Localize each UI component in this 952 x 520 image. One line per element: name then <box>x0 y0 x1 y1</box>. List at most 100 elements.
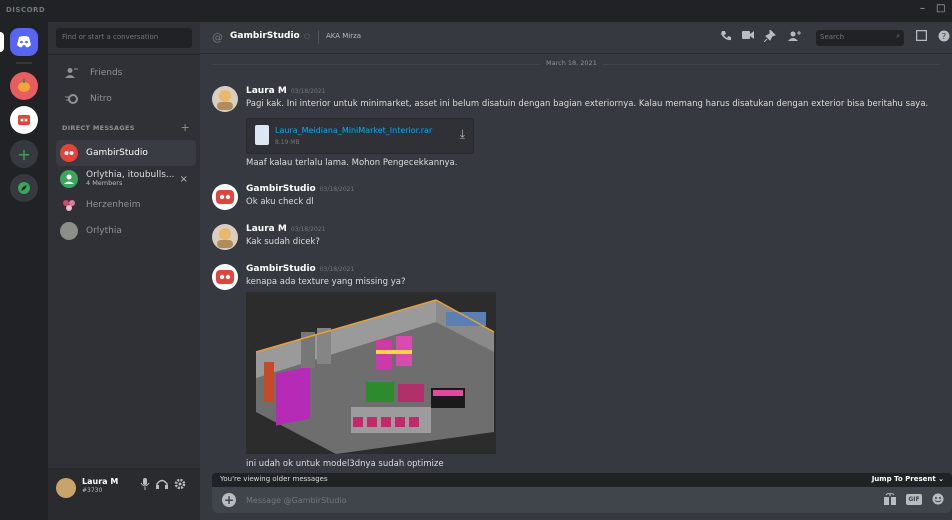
group-avatar <box>60 170 78 188</box>
video-icon[interactable] <box>742 30 754 43</box>
at-icon: @ <box>212 31 223 44</box>
friends-icon <box>62 63 82 83</box>
message-text: Kak sudah dicek? <box>246 237 320 247</box>
headphones-icon[interactable] <box>156 478 168 493</box>
compass-icon <box>18 182 30 194</box>
older-messages-bar: You're viewing older messages Jump To Pr… <box>212 473 952 487</box>
channel-title: GambirStudio <box>230 31 300 41</box>
dm-sidebar: Find or start a conversation Friends Nit… <box>48 22 200 520</box>
microphone-icon[interactable] <box>140 478 150 493</box>
header-search-input[interactable]: Search ⌕ <box>816 30 904 46</box>
active-indicator <box>0 32 4 52</box>
gif-button[interactable]: GIF <box>906 494 922 505</box>
dm-item-group[interactable]: Orlythia, itoubulls... 4 Members × <box>56 166 196 192</box>
nav-friends[interactable]: Friends <box>56 60 192 86</box>
create-dm-button[interactable]: + <box>180 121 190 134</box>
inbox-icon[interactable] <box>915 29 928 44</box>
server-icon-gambir[interactable] <box>10 106 38 134</box>
search-icon: ⌕ <box>896 32 900 40</box>
emoji-icon[interactable] <box>932 493 944 508</box>
minimarket-render-image <box>246 292 496 454</box>
jump-to-present-button[interactable]: Jump To Present ⌄ <box>872 475 944 483</box>
file-icon <box>255 125 269 145</box>
robot-icon <box>64 151 74 155</box>
dm-item-herzenheim[interactable]: Herzenheim <box>56 192 196 218</box>
app-brand: DISCORD <box>6 6 46 14</box>
dm-header: DIRECT MESSAGES + <box>62 121 190 134</box>
title-bar: DISCORD – □ <box>0 0 952 22</box>
aka-label: AKA Mirza <box>326 32 362 40</box>
channel-header: @ GambirStudio ○ AKA Mirza Search ⌕ ? <box>200 22 952 54</box>
server-icon-orange[interactable] <box>10 72 38 100</box>
flower-avatar-icon <box>63 200 75 211</box>
file-attachment[interactable]: Laura_Meidiana_MiniMarket_Interior.rar 8… <box>246 118 474 154</box>
message-text: Ok aku check dl <box>246 197 314 207</box>
group-icon <box>64 174 74 184</box>
header-separator <box>318 30 319 44</box>
plus-icon: + <box>17 144 31 164</box>
message-author[interactable]: Laura M 03/18/2021 <box>246 224 325 234</box>
nav-label: Friends <box>90 68 123 78</box>
search-placeholder: Search <box>820 33 845 41</box>
add-server-button[interactable]: + <box>10 140 38 168</box>
image-attachment[interactable] <box>246 292 496 454</box>
message-timestamp: 03/18/2021 <box>290 226 326 233</box>
user-name: Laura M <box>82 477 119 486</box>
attachment-size: 8.19 MB <box>275 139 300 146</box>
call-icon[interactable] <box>720 30 732 45</box>
find-conversation-input[interactable]: Find or start a conversation <box>56 28 192 48</box>
close-dm-button[interactable]: × <box>180 174 188 185</box>
upload-plus-icon[interactable]: + <box>222 493 236 507</box>
message-author[interactable]: Laura M 03/18/2021 <box>246 86 325 96</box>
avatar <box>60 222 78 240</box>
dm-item-orlythia[interactable]: Orlythia <box>56 218 196 244</box>
nav-nitro[interactable]: Nitro <box>56 86 192 112</box>
nav-label: Nitro <box>90 94 112 104</box>
download-icon[interactable]: ⤓ <box>460 127 465 142</box>
home-button[interactable] <box>10 28 38 56</box>
message-text: kenapa ada texture yang missing ya? <box>246 277 406 287</box>
server-rail: + <box>0 22 48 520</box>
dm-header-label: DIRECT MESSAGES <box>62 124 135 132</box>
minimize-button[interactable]: – <box>920 3 925 14</box>
settings-gear-icon[interactable] <box>174 478 186 493</box>
author-avatar[interactable] <box>212 184 238 210</box>
help-icon[interactable]: ? <box>938 30 950 45</box>
discord-logo-icon <box>17 36 31 48</box>
nitro-icon <box>62 89 82 109</box>
author-avatar[interactable] <box>212 264 238 290</box>
maximize-button[interactable]: □ <box>936 3 945 14</box>
message-timestamp: 03/18/2021 <box>290 88 326 95</box>
pepper-icon <box>18 79 30 92</box>
message-input[interactable]: Message @GambirStudio <box>246 496 347 505</box>
message-author[interactable]: GambirStudio 03/18/2021 <box>246 184 354 194</box>
message-author[interactable]: GambirStudio 03/18/2021 <box>246 264 354 274</box>
dm-item-gambirstudio[interactable]: GambirStudio <box>56 140 196 166</box>
avatar <box>60 196 78 214</box>
svg-text:?: ? <box>942 32 946 41</box>
author-avatar[interactable] <box>212 224 238 250</box>
user-panel: Laura M #3730 <box>48 468 200 520</box>
pin-icon[interactable] <box>763 28 776 45</box>
message-timestamp: 03/18/2021 <box>319 266 355 273</box>
message-timestamp: 03/18/2021 <box>319 186 355 193</box>
author-avatar[interactable] <box>212 86 238 112</box>
date-label: March 18, 2021 <box>540 59 603 67</box>
message-list: March 18, 2021 Laura M 03/18/2021 Pagi ka… <box>200 54 952 472</box>
avatar <box>60 144 78 162</box>
user-avatar[interactable] <box>56 478 76 498</box>
rail-separator <box>16 62 32 64</box>
sidebar-divider <box>48 54 200 55</box>
add-friend-icon[interactable] <box>788 30 802 45</box>
user-tag: #3730 <box>82 487 103 494</box>
message-text: Maaf kalau terlalu lama. Mohon Pengecekk… <box>246 158 458 168</box>
message-text: Pagi kak. Ini interior untuk minimarket,… <box>246 99 929 109</box>
gift-icon[interactable] <box>884 492 896 508</box>
attachment-filename[interactable]: Laura_Meidiana_MiniMarket_Interior.rar <box>275 126 432 135</box>
message-text: ini udah ok untuk model3dnya sudah optim… <box>246 459 444 469</box>
status-icon: ○ <box>304 32 311 40</box>
older-messages-label: You're viewing older messages <box>220 475 328 483</box>
dm-name: GambirStudio <box>86 148 148 158</box>
explore-servers-button[interactable] <box>10 174 38 202</box>
robot-icon <box>18 115 30 125</box>
